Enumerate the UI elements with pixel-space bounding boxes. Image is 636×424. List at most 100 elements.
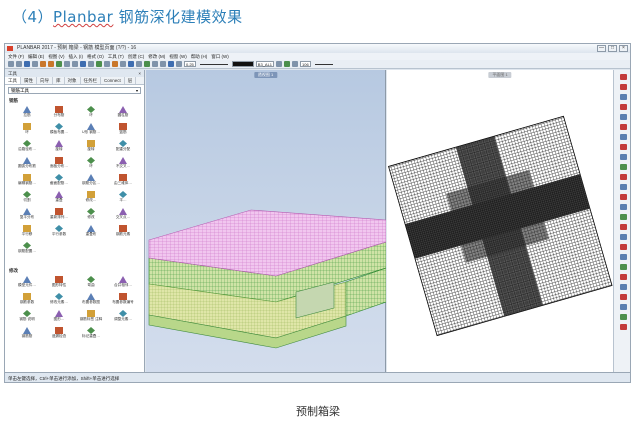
polygon-icon[interactable] [619, 114, 627, 120]
move-icon[interactable] [619, 174, 627, 180]
offset-icon[interactable] [619, 244, 627, 250]
redo-icon[interactable] [48, 61, 54, 67]
cut-icon[interactable] [64, 61, 70, 67]
tool-button[interactable]: 图形… [43, 310, 75, 324]
tool-button[interactable]: 模型元件… [11, 276, 43, 290]
menu-item[interactable]: 创建 (C) [128, 53, 145, 60]
tool-button[interactable]: 复平分布 [11, 208, 43, 222]
tool-button[interactable]: 钢筋标签 注释 [75, 310, 107, 324]
tool-button[interactable]: 配重分配 [107, 140, 139, 154]
stretch-icon[interactable] [619, 214, 627, 220]
help-icon[interactable] [128, 61, 134, 67]
tool-button[interactable]: 修改元素… [43, 293, 75, 307]
tool-button[interactable]: 修改… [75, 191, 107, 205]
tool-button[interactable]: 重叠 [43, 191, 75, 205]
tool-button[interactable]: 截面配筋… [43, 174, 75, 188]
tool-button[interactable]: 圆柱筋 [107, 106, 139, 120]
save-icon[interactable] [24, 61, 30, 67]
panel-tab[interactable]: 任务栏 [81, 77, 101, 84]
tool-button[interactable]: 环 [11, 123, 43, 137]
tool-button[interactable]: 修改 [75, 208, 107, 222]
plot-icon[interactable] [168, 61, 174, 67]
tool-button[interactable]: 平行参数 [43, 225, 75, 239]
arc-icon[interactable] [619, 104, 627, 110]
tool-category-select[interactable]: 钢筋工具 ▾ [8, 87, 141, 94]
trim-icon[interactable] [619, 224, 627, 230]
panel-tab[interactable]: 库 [53, 77, 65, 84]
tool-button[interactable]: 沿路径布… [11, 140, 43, 154]
menu-item[interactable]: 视窗 (W) [169, 53, 187, 60]
rotate-icon[interactable] [619, 194, 627, 200]
scale-field[interactable]: 0.25 [184, 61, 196, 67]
properties-icon[interactable] [619, 284, 627, 290]
pan-icon[interactable] [619, 304, 627, 310]
print-icon[interactable] [619, 324, 627, 330]
tool-button[interactable]: 钢筋配置… [11, 242, 43, 256]
tool-button[interactable]: 钢筋参数 [11, 293, 43, 307]
panel-close-icon[interactable]: × [138, 70, 141, 77]
tool-button[interactable]: 布置参数编号 [107, 293, 139, 307]
tool-button[interactable]: 旋转 [75, 140, 107, 154]
pen-thickness-icon[interactable] [176, 61, 182, 67]
grid-icon[interactable] [104, 61, 110, 67]
menu-item[interactable]: 视图 (V) [48, 53, 64, 60]
dimension-icon[interactable] [619, 154, 627, 160]
menu-item[interactable]: 文件 (F) [8, 53, 24, 60]
tool-button[interactable]: 标记重叠… [75, 327, 107, 341]
tool-button[interactable]: 由三维体… [107, 174, 139, 188]
layer-icon[interactable] [619, 274, 627, 280]
tool-button[interactable]: 模板布置… [43, 123, 75, 137]
format-icon[interactable] [292, 61, 299, 67]
filter-icon[interactable] [144, 61, 150, 67]
pattern-preview[interactable] [314, 63, 333, 65]
tool-button[interactable]: 圆弧分布筋 [11, 157, 43, 171]
copy-icon[interactable] [619, 184, 627, 190]
zoom-icon[interactable] [88, 61, 94, 67]
tool-button[interactable]: 图形特性 [43, 276, 75, 290]
new-file-icon[interactable] [8, 61, 14, 67]
tool-button[interactable]: 不交叉… [107, 157, 139, 171]
circle-icon[interactable] [619, 124, 627, 130]
viewport-tag-left[interactable]: 透视图 1 [253, 72, 278, 78]
layer-select-icon[interactable] [276, 61, 283, 67]
text-icon[interactable] [619, 144, 627, 150]
zoom-icon[interactable] [619, 294, 627, 300]
panel-tab[interactable]: Connect [101, 77, 125, 84]
tool-button[interactable]: 钢筋元素 [107, 225, 139, 239]
tool-button[interactable]: 钢筋筋 [11, 327, 43, 341]
tool-button[interactable]: 重新排列… [43, 208, 75, 222]
tool-button[interactable]: 平行移 [11, 225, 43, 239]
menu-item[interactable]: 格式 (O) [87, 53, 104, 60]
print-icon[interactable] [32, 61, 38, 67]
menu-item[interactable]: 工具 (T) [108, 53, 124, 60]
hatch-icon[interactable] [619, 164, 627, 170]
maximize-button[interactable]: □ [608, 45, 617, 52]
tool-button[interactable]: 篮筋 [107, 123, 139, 137]
tool-button[interactable]: 平… [107, 191, 139, 205]
undo-icon[interactable] [40, 61, 46, 67]
view-icon[interactable] [96, 61, 102, 67]
count-field[interactable]: 106 [300, 61, 311, 67]
menu-item[interactable]: 窗口 (W) [211, 53, 229, 60]
panel-tab[interactable]: 属性 [21, 77, 37, 84]
viewport-tag-right[interactable]: 平面图 1 [488, 72, 512, 78]
tool-button[interactable]: 合并相邻… [107, 276, 139, 290]
panel-tab[interactable]: 层 [125, 77, 137, 84]
mirror-icon[interactable] [619, 204, 627, 210]
tool-button[interactable]: 调整元素… [107, 310, 139, 324]
panel-tab[interactable]: 工具 [5, 77, 21, 84]
tool-button[interactable]: 旋转 [43, 140, 75, 154]
line-type-preview[interactable] [199, 63, 228, 65]
tool-button[interactable]: 拉筋 [11, 106, 43, 120]
tool-button[interactable]: 重叠布 [75, 225, 107, 239]
panel-tab[interactable]: 对象 [65, 77, 81, 84]
tool-button[interactable]: 环 [75, 106, 107, 120]
panel-tab[interactable]: 向导 [37, 77, 53, 84]
layer-icon[interactable] [56, 61, 62, 67]
color-field[interactable] [231, 61, 254, 67]
plan-viewport[interactable]: 平面图 1 [387, 70, 613, 372]
snap-icon[interactable] [152, 61, 158, 67]
menu-item[interactable]: 编辑 (E) [28, 53, 44, 60]
tool-button[interactable]: 环 [75, 157, 107, 171]
measure-icon[interactable] [619, 264, 627, 270]
